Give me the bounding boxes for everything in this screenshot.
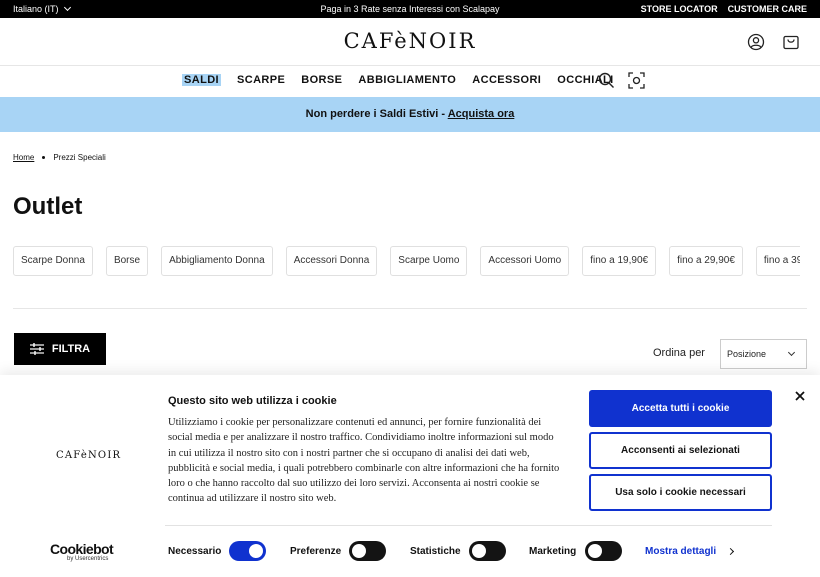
chip-scarpe-donna[interactable]: Scarpe Donna bbox=[13, 246, 93, 276]
toggle-label-marketing: Marketing bbox=[529, 546, 577, 557]
nav-item-abbigliamento[interactable]: ABBIGLIAMENTO bbox=[358, 74, 456, 86]
sliders-icon bbox=[29, 343, 44, 355]
cookiebot-sub: by Usercentrics bbox=[67, 556, 109, 562]
show-details-label: Mostra dettagli bbox=[645, 546, 717, 557]
toggle-preferenze[interactable] bbox=[349, 541, 386, 561]
cookiebot-name: Cookiebot bbox=[50, 541, 114, 557]
cookie-description: Utilizziamo i cookie per personalizzare … bbox=[168, 417, 560, 505]
top-bar: Italiano (IT) Paga in 3 Rate senza Inter… bbox=[0, 0, 820, 18]
toggle-knob bbox=[588, 544, 602, 558]
customer-care-link[interactable]: CUSTOMER CARE bbox=[728, 4, 807, 14]
sale-banner: Non perdere i Saldi Estivi - Acquista or… bbox=[0, 97, 820, 132]
toggle-statistiche[interactable] bbox=[469, 541, 506, 561]
necessary-only-button[interactable]: Usa solo i cookie necessari bbox=[589, 474, 772, 511]
toggle-necessario[interactable] bbox=[229, 541, 266, 561]
shopping-bag-icon[interactable] bbox=[782, 33, 800, 51]
toggle-knob bbox=[352, 544, 366, 558]
nav-item-borse[interactable]: BORSE bbox=[301, 74, 342, 86]
sort-label: Ordina per bbox=[653, 347, 705, 359]
filter-button[interactable]: FILTRA bbox=[14, 333, 106, 365]
chip-scarpe-uomo[interactable]: Scarpe Uomo bbox=[390, 246, 468, 276]
toggle-label-statistiche: Statistiche bbox=[410, 546, 461, 557]
divider bbox=[13, 308, 807, 309]
main-nav: SALDI SCARPE BORSE ABBIGLIAMENTO ACCESSO… bbox=[0, 66, 820, 97]
cookie-brand-logo: CAFèNOIR bbox=[56, 450, 122, 461]
banner-text: Non perdere i Saldi Estivi - bbox=[305, 108, 448, 120]
breadcrumb-home[interactable]: Home bbox=[13, 153, 34, 162]
header: CAFèNOIR bbox=[0, 18, 820, 66]
page-title: Outlet bbox=[13, 193, 83, 220]
breadcrumb: Home Prezzi Speciali bbox=[13, 153, 106, 162]
chip-accessori-donna[interactable]: Accessori Donna bbox=[285, 246, 378, 276]
chip-accessori-uomo[interactable]: Accessori Uomo bbox=[480, 246, 570, 276]
toggle-knob bbox=[249, 544, 263, 558]
nav-item-saldi[interactable]: SALDI bbox=[182, 74, 221, 86]
chip-abbigliamento-donna[interactable]: Abbigliamento Donna bbox=[161, 246, 273, 276]
chevron-right-icon bbox=[727, 547, 735, 556]
consent-toggles: Necessario Preferenze Statistiche Market… bbox=[168, 541, 748, 561]
toggle-label-necessario: Necessario bbox=[168, 546, 222, 557]
show-details-link[interactable]: Mostra dettagli bbox=[645, 546, 735, 557]
category-chips: Scarpe Donna Borse Abbigliamento Donna A… bbox=[13, 246, 800, 276]
sort-value: Posizione bbox=[727, 349, 767, 359]
chip-fino-19-90[interactable]: fino a 19,90€ bbox=[582, 246, 657, 276]
cookie-banner: CAFèNOIR Questo sito web utilizza i cook… bbox=[0, 375, 820, 577]
chip-fino-39-90[interactable]: fino a 39,90€ bbox=[755, 246, 800, 276]
toggle-label-preferenze: Preferenze bbox=[290, 546, 342, 557]
breadcrumb-separator bbox=[42, 156, 46, 159]
nav-item-accessori[interactable]: ACCESSORI bbox=[472, 74, 541, 86]
store-locator-link[interactable]: STORE LOCATOR bbox=[641, 4, 718, 14]
close-icon[interactable] bbox=[793, 389, 807, 403]
cookie-title: Questo sito web utilizza i cookie bbox=[168, 395, 337, 407]
toggle-marketing[interactable] bbox=[585, 541, 622, 561]
chip-borse[interactable]: Borse bbox=[105, 246, 149, 276]
filter-label: FILTRA bbox=[51, 343, 91, 355]
scan-icon[interactable] bbox=[628, 72, 645, 89]
breadcrumb-current: Prezzi Speciali bbox=[53, 153, 106, 162]
brand-logo[interactable]: CAFèNOIR bbox=[0, 29, 820, 53]
search-icon[interactable] bbox=[598, 72, 615, 89]
chip-fino-29-90[interactable]: fino a 29,90€ bbox=[669, 246, 743, 276]
banner-link[interactable]: Acquista ora bbox=[448, 108, 515, 120]
cookiebot-logo: Cookiebot by Usercentrics bbox=[50, 541, 114, 562]
sort-select[interactable]: Posizione bbox=[720, 339, 807, 369]
nav-item-scarpe[interactable]: SCARPE bbox=[237, 74, 285, 86]
user-icon[interactable] bbox=[747, 33, 765, 51]
chevron-down-icon bbox=[787, 348, 796, 357]
cookie-divider bbox=[165, 525, 772, 526]
accept-selected-button[interactable]: Acconsenti ai selezionati bbox=[589, 432, 772, 469]
accept-all-button[interactable]: Accetta tutti i cookie bbox=[589, 390, 772, 427]
toggle-knob bbox=[472, 544, 486, 558]
